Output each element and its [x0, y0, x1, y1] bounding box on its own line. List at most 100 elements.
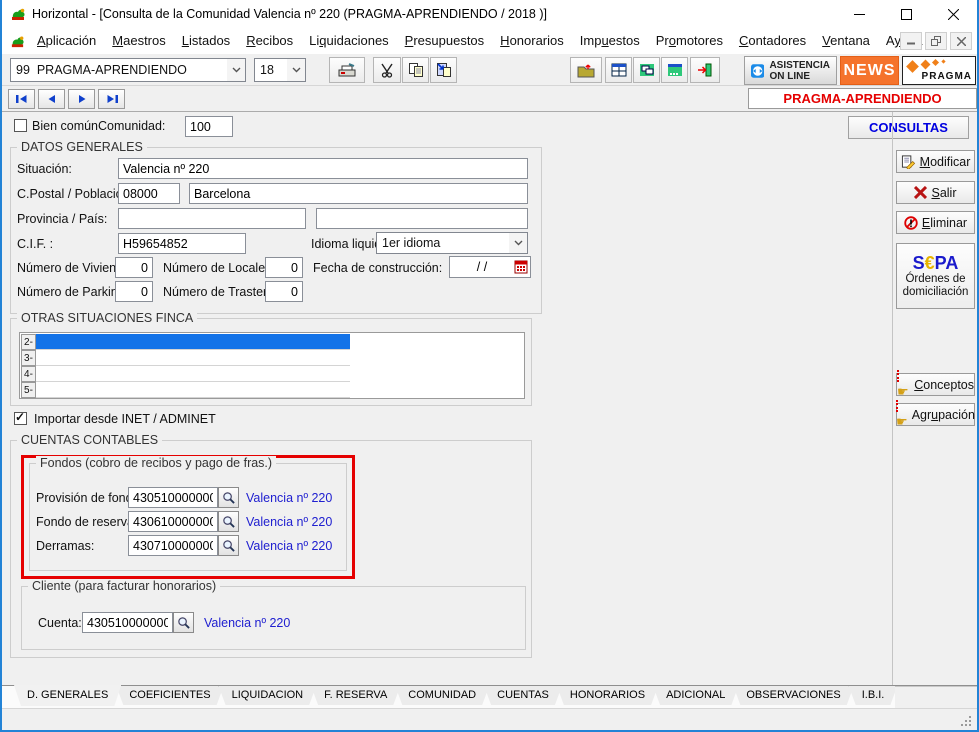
tab-ibi[interactable]: I.B.I.: [849, 686, 898, 705]
pragma-logo-button[interactable]: PRAGMA: [902, 56, 976, 85]
exit-door-button[interactable]: [690, 57, 720, 83]
menu-contadores[interactable]: Contadores: [731, 29, 814, 53]
tab-d-generales[interactable]: D. GENERALES: [14, 685, 121, 706]
calendar-icon[interactable]: [514, 260, 528, 274]
fondo-reserva-input[interactable]: [128, 511, 218, 532]
company-combobox-value: 99 PRAGMA-APRENDIENDO: [11, 59, 227, 81]
tab-observaciones[interactable]: OBSERVACIONES: [733, 686, 853, 705]
window-controls: [836, 0, 977, 28]
fondo-reserva-search-button[interactable]: [218, 511, 239, 532]
search-icon: [222, 539, 235, 552]
menu-impuestos[interactable]: Impuestos: [572, 29, 648, 53]
arrange-icons-button[interactable]: [661, 57, 688, 83]
hand-pointer-icon: ☛: [897, 370, 910, 399]
menu-promotores[interactable]: Promotores: [648, 29, 731, 53]
tab-comunidad[interactable]: COMUNIDAD: [395, 686, 489, 705]
locales-input[interactable]: [265, 257, 303, 278]
menu-recibos[interactable]: Recibos: [238, 29, 301, 53]
next-record-button[interactable]: [68, 89, 95, 109]
consultas-button[interactable]: CONSULTAS: [848, 116, 969, 139]
poblacion-input[interactable]: [189, 183, 528, 204]
tile-windows-icon: [611, 63, 627, 77]
menu-ventana[interactable]: Ventana: [814, 29, 878, 53]
grid-row[interactable]: [36, 350, 350, 366]
grid-row[interactable]: [36, 382, 350, 398]
sepa-button[interactable]: S€PA Órdenes dedomiciliación: [896, 243, 975, 309]
search-icon: [222, 491, 235, 504]
printer-setup-button[interactable]: [329, 57, 365, 83]
resize-grip-icon[interactable]: [961, 724, 963, 726]
situacion-input[interactable]: [118, 158, 528, 179]
grid-row-header[interactable]: 3-: [21, 350, 36, 366]
arrange-icons-icon: [667, 63, 683, 77]
company-combobox[interactable]: 99 PRAGMA-APRENDIENDO: [10, 58, 246, 82]
salir-button[interactable]: Salir: [896, 181, 975, 204]
cut-button[interactable]: [373, 57, 401, 83]
asistencia-online-button[interactable]: ASISTENCIAON LINE: [744, 56, 837, 85]
menu-maestros[interactable]: Maestros: [104, 29, 173, 53]
importar-inet-checkbox[interactable]: [14, 412, 27, 425]
cif-input[interactable]: [118, 233, 246, 254]
mdi-restore-button[interactable]: [925, 32, 947, 50]
grid-row-header[interactable]: 4-: [21, 366, 36, 382]
year-combobox-value: 18: [255, 59, 287, 81]
maximize-button[interactable]: [883, 0, 930, 28]
tab-coeficientes[interactable]: COEFICIENTES: [116, 686, 223, 705]
first-record-button[interactable]: [8, 89, 35, 109]
menu-liquidaciones[interactable]: Liquidaciones: [301, 29, 397, 53]
tab-liquidacion[interactable]: LIQUIDACION: [219, 686, 317, 705]
scissors-icon: [379, 62, 395, 78]
provision-fondos-input[interactable]: [128, 487, 218, 508]
parkings-input[interactable]: [115, 281, 153, 302]
menu-aplicacion[interactable]: Aplicación: [29, 29, 104, 53]
tab-f-reserva[interactable]: F. RESERVA: [311, 686, 400, 705]
grid-row-header[interactable]: 2-: [21, 334, 36, 350]
menu-honorarios[interactable]: Honorarios: [492, 29, 572, 53]
tab-cuentas[interactable]: CUENTAS: [484, 686, 562, 705]
grid-row-selected[interactable]: [36, 334, 350, 350]
last-record-button[interactable]: [98, 89, 125, 109]
derramas-input[interactable]: [128, 535, 218, 556]
provincia-input[interactable]: [118, 208, 306, 229]
derramas-search-button[interactable]: [218, 535, 239, 556]
provision-fondos-search-button[interactable]: [218, 487, 239, 508]
year-combobox[interactable]: 18: [254, 58, 306, 82]
idioma-combobox[interactable]: 1er idioma: [376, 232, 528, 254]
grid-row-header[interactable]: 5-: [21, 382, 36, 398]
pais-input[interactable]: [316, 208, 528, 229]
close-button[interactable]: [930, 0, 977, 28]
minimize-icon: [854, 9, 865, 20]
app-icon: [10, 6, 26, 22]
news-button[interactable]: NEWS: [840, 56, 899, 85]
cliente-title: Cliente (para facturar honorarios): [28, 579, 220, 593]
menu-presupuestos[interactable]: Presupuestos: [397, 29, 493, 53]
cascade-windows-button[interactable]: [633, 57, 660, 83]
mdi-minimize-button[interactable]: [900, 32, 922, 50]
viviendas-input[interactable]: [115, 257, 153, 278]
fecha-construccion-field[interactable]: / /: [449, 256, 531, 278]
grid-row[interactable]: [36, 366, 350, 382]
paste-button[interactable]: [430, 57, 457, 83]
modificar-button[interactable]: Modificar: [896, 150, 975, 173]
eliminar-button[interactable]: Eliminar: [896, 211, 975, 234]
agrupacion-button[interactable]: ☛ Agrupación: [896, 403, 975, 426]
conceptos-button[interactable]: ☛ Conceptos: [896, 373, 975, 396]
previous-record-button[interactable]: [38, 89, 65, 109]
tile-windows-button[interactable]: [605, 57, 632, 83]
cpostal-input[interactable]: [118, 183, 180, 204]
cuenta-input[interactable]: [82, 612, 173, 633]
copy-button[interactable]: [402, 57, 429, 83]
comunidad-input[interactable]: [185, 116, 233, 137]
minimize-button[interactable]: [836, 0, 883, 28]
import-folder-button[interactable]: [570, 57, 602, 83]
cuenta-search-button[interactable]: [173, 612, 194, 633]
tab-honorarios[interactable]: HONORARIOS: [557, 686, 658, 705]
bien-comun-checkbox[interactable]: [14, 119, 27, 132]
trasteros-input[interactable]: [265, 281, 303, 302]
tab-adicional[interactable]: ADICIONAL: [653, 686, 738, 705]
cuentas-contables-title: CUENTAS CONTABLES: [17, 433, 162, 447]
mdi-close-button[interactable]: [950, 32, 972, 50]
menu-listados[interactable]: Listados: [174, 29, 238, 53]
chevron-down-icon: [227, 59, 245, 81]
cpostal-poblacion-label: C.Postal / Población:: [17, 187, 133, 201]
